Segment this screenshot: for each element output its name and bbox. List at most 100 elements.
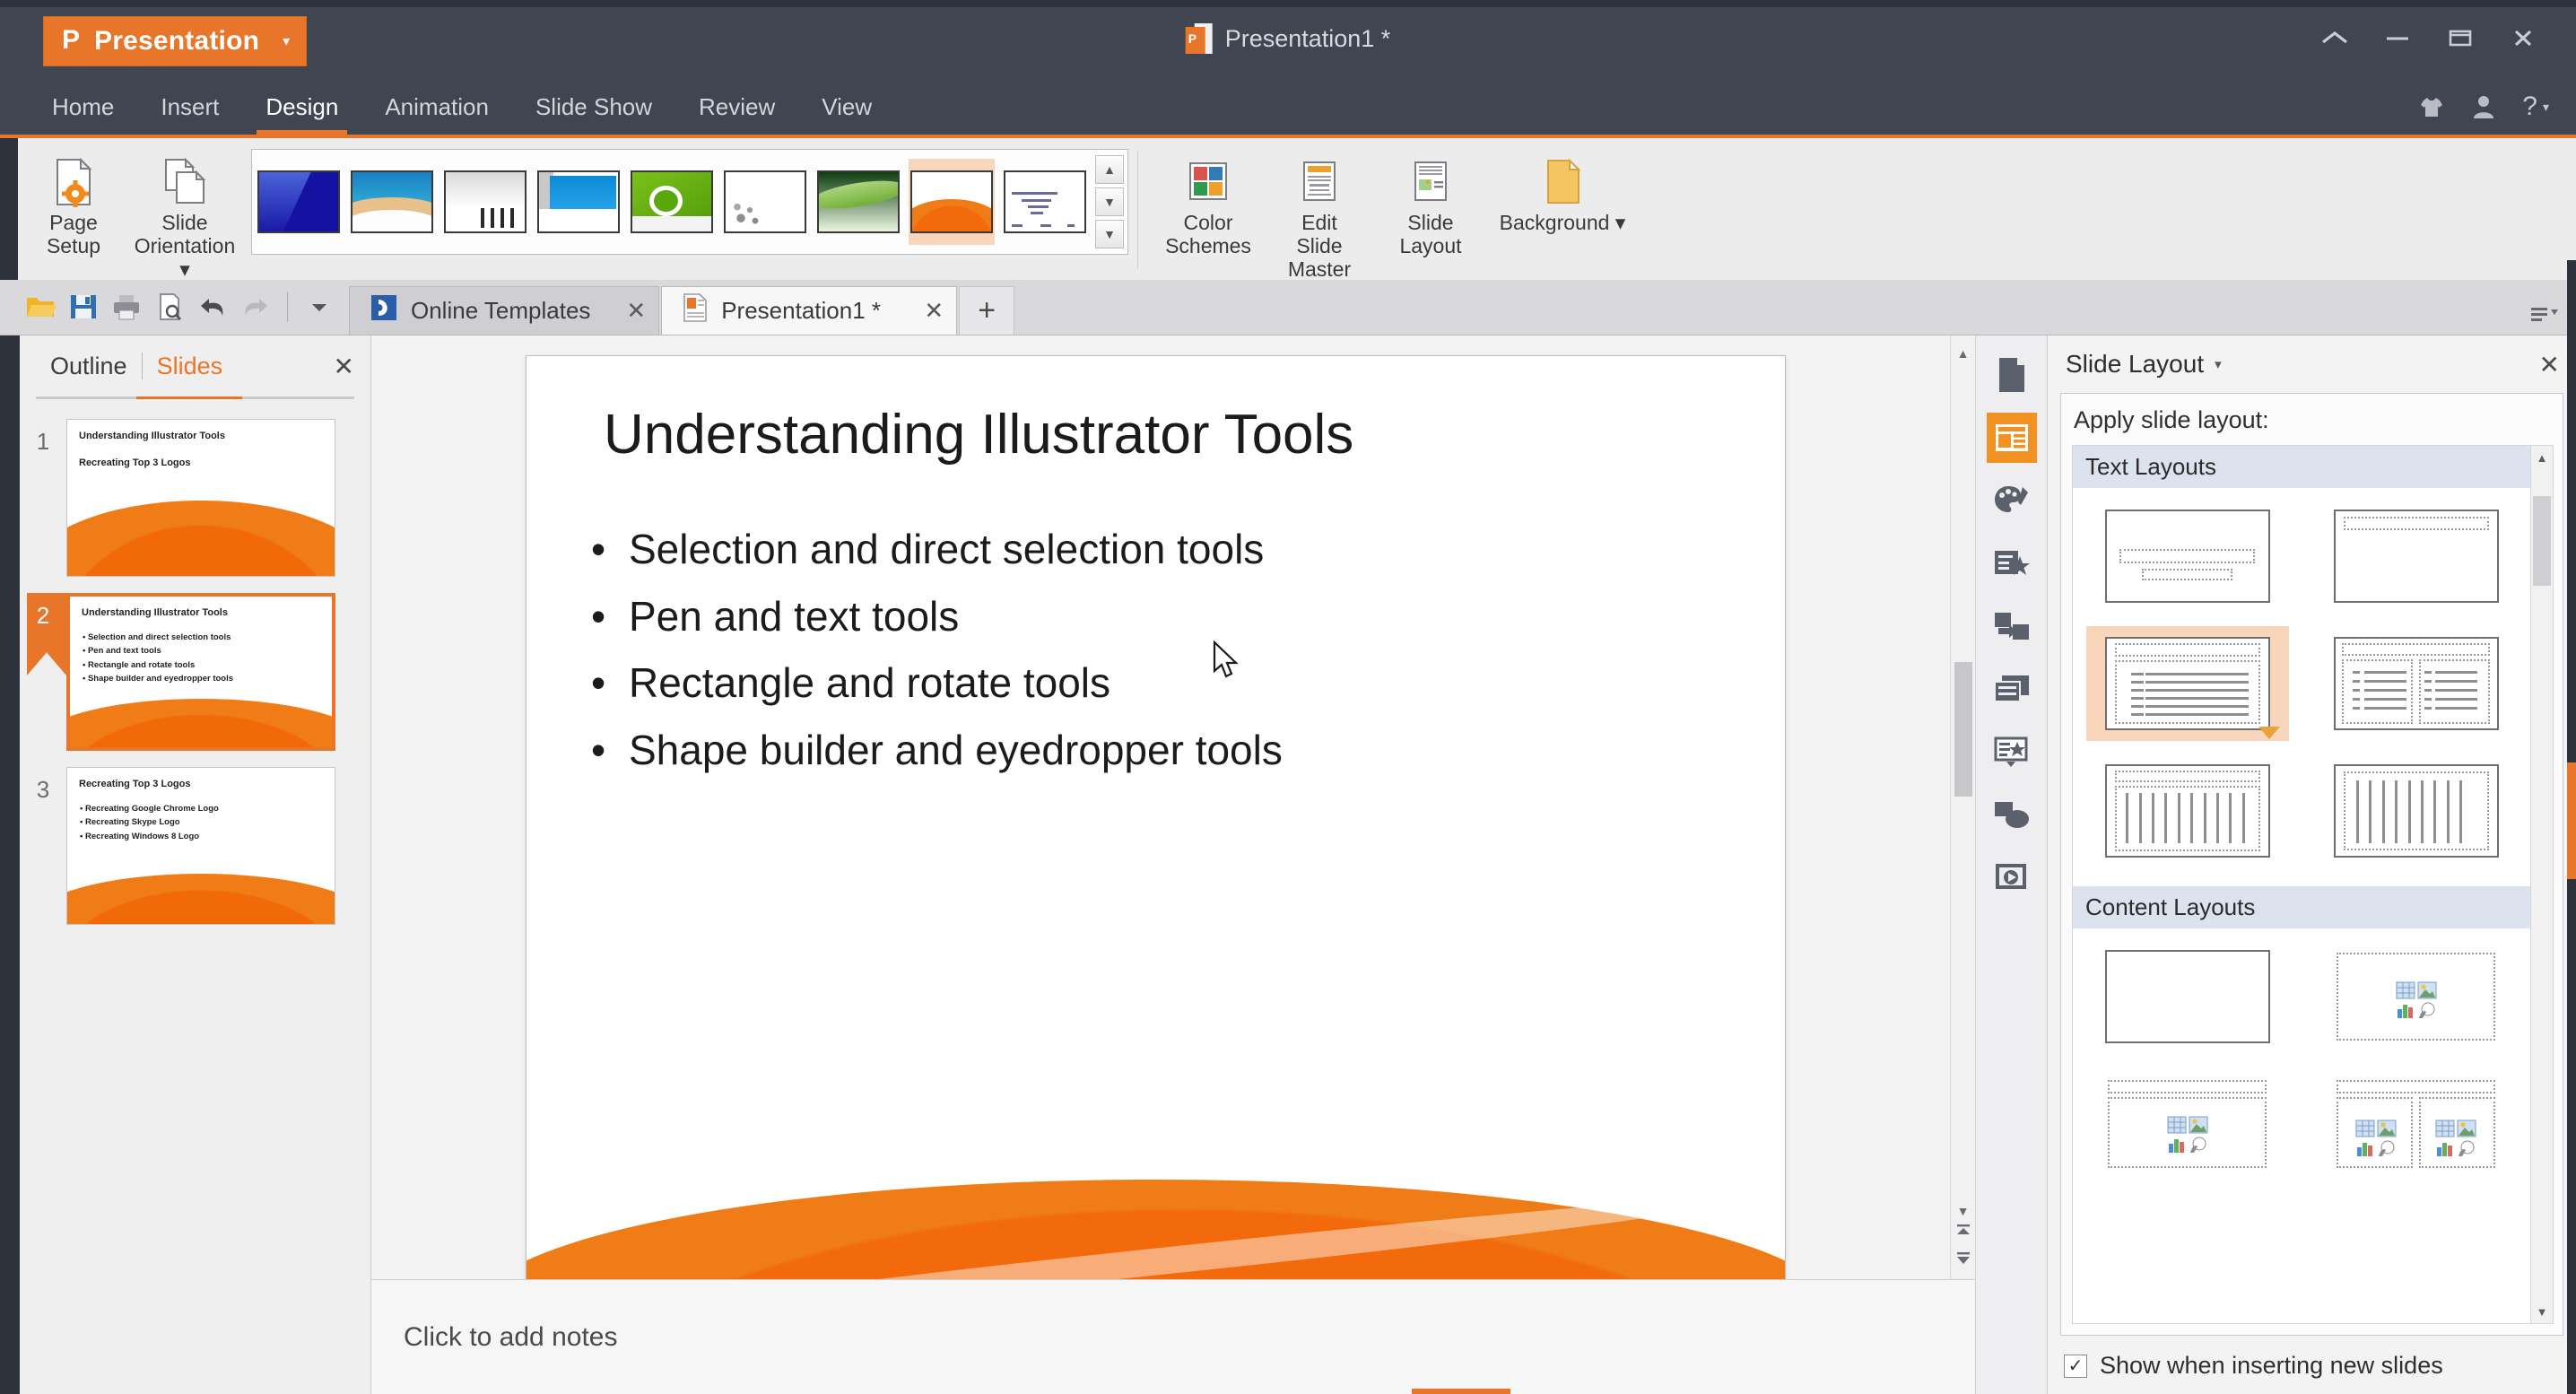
new-tab-button[interactable]: + bbox=[959, 286, 1014, 335]
restore-button[interactable] bbox=[2429, 13, 2492, 63]
color-scheme-icon[interactable] bbox=[1987, 475, 2037, 526]
layout-title-and-2-column-text[interactable] bbox=[2315, 626, 2518, 741]
slide-thumbnail-1[interactable]: 1 Understanding Illustrator Tools Recrea… bbox=[20, 419, 370, 593]
slide-thumbnail-list[interactable]: 1 Understanding Illustrator Tools Recrea… bbox=[20, 399, 370, 1394]
slide-layout-button[interactable]: Slide Layout bbox=[1375, 145, 1486, 258]
tab-presentation1[interactable]: Presentation1 * ✕ bbox=[661, 286, 957, 335]
animation-icon[interactable] bbox=[1987, 538, 2037, 588]
background-button[interactable]: Background ▾ bbox=[1486, 145, 1639, 235]
theme-grey-people[interactable] bbox=[442, 159, 528, 245]
print-icon[interactable] bbox=[106, 286, 147, 327]
tab-insert[interactable]: Insert bbox=[137, 79, 242, 135]
open-icon[interactable] bbox=[20, 286, 61, 327]
tab-review[interactable]: Review bbox=[675, 79, 798, 135]
theme-orange-wave[interactable] bbox=[909, 159, 995, 245]
tab-design[interactable]: Design bbox=[242, 79, 361, 135]
current-slide[interactable]: Understanding Illustrator Tools •Selecti… bbox=[526, 355, 1786, 1279]
chevron-down-icon[interactable] bbox=[299, 286, 340, 327]
custom-animation-icon[interactable] bbox=[1987, 727, 2037, 777]
user-icon[interactable] bbox=[2472, 93, 2495, 120]
next-slide-button[interactable] bbox=[1954, 1251, 1973, 1270]
media-icon[interactable] bbox=[1987, 852, 2037, 902]
layout-title-and-content[interactable] bbox=[2086, 1067, 2289, 1181]
slide-bullet-4[interactable]: •Shape builder and eyedropper tools bbox=[591, 717, 1740, 784]
shape-format-icon[interactable] bbox=[1987, 789, 2037, 840]
close-button[interactable] bbox=[2492, 13, 2554, 63]
layout-title-and-vertical-text[interactable] bbox=[2086, 754, 2289, 868]
scroll-up-button[interactable]: ▲ bbox=[2531, 446, 2553, 469]
scroll-down-button[interactable]: ▼ bbox=[1952, 1198, 1975, 1224]
slide-thumbnail-3[interactable]: 3 Recreating Top 3 Logos Recreating Goog… bbox=[20, 767, 370, 941]
layout-blank[interactable] bbox=[2086, 939, 2289, 1054]
app-menu-button[interactable]: P Presentation ▾ bbox=[43, 16, 307, 66]
layout-title-slide[interactable] bbox=[2086, 499, 2289, 614]
tab-home[interactable]: Home bbox=[29, 79, 137, 135]
layout-vertical-title-and-text[interactable] bbox=[2315, 754, 2518, 868]
chevron-down-icon[interactable]: ▾ bbox=[283, 32, 290, 50]
theme-white-gears[interactable] bbox=[722, 159, 808, 245]
tab-slide-show[interactable]: Slide Show bbox=[512, 79, 675, 135]
scroll-up-button[interactable]: ▲ bbox=[1952, 341, 1975, 366]
slide-thumbnail-2[interactable]: 2 Understanding Illustrator Tools Select… bbox=[20, 593, 370, 767]
page-setup-button[interactable]: Page Setup bbox=[18, 145, 129, 258]
layout-title-and-two-content[interactable] bbox=[2315, 1067, 2518, 1181]
previous-slide-button[interactable] bbox=[1954, 1224, 1973, 1242]
scrollbar-thumb[interactable] bbox=[1954, 662, 1972, 797]
tab-animation[interactable]: Animation bbox=[361, 79, 512, 135]
close-icon[interactable]: ✕ bbox=[603, 297, 646, 325]
slide-bullet-1[interactable]: •Selection and direct selection tools bbox=[591, 516, 1740, 583]
slide-master-icon[interactable] bbox=[1987, 664, 2037, 714]
print-preview-icon[interactable] bbox=[149, 286, 190, 327]
gallery-scroll-down-button[interactable]: ▼ bbox=[1095, 187, 1124, 216]
close-icon[interactable]: ✕ bbox=[334, 352, 354, 381]
layout-title-and-text[interactable] bbox=[2086, 626, 2289, 741]
slide-thumbnail-image[interactable]: Recreating Top 3 Logos Recreating Google… bbox=[66, 767, 335, 925]
slide-layout-icon[interactable] bbox=[1987, 413, 2037, 463]
canvas-vertical-scrollbar[interactable]: ▲ ▼ bbox=[1950, 335, 1975, 1279]
chevron-down-icon[interactable]: ▾ bbox=[2215, 356, 2222, 372]
scrollbar-track[interactable] bbox=[2531, 469, 2553, 1300]
redo-icon[interactable] bbox=[235, 286, 276, 327]
slide-orientation-button[interactable]: Slide Orientation ▾ bbox=[129, 145, 240, 281]
shirt-icon[interactable] bbox=[2418, 93, 2445, 120]
new-slide-icon[interactable] bbox=[1987, 350, 2037, 400]
edit-slide-master-button[interactable]: Edit Slide Master bbox=[1264, 145, 1375, 281]
theme-gallery[interactable]: ▲ ▼ ▼ bbox=[251, 149, 1128, 255]
gallery-scroll-up-button[interactable]: ▲ bbox=[1095, 155, 1124, 184]
theme-aqua-wave[interactable] bbox=[349, 159, 435, 245]
layout-list-scrollbar[interactable]: ▲ ▼ bbox=[2530, 446, 2553, 1323]
chevron-down-icon[interactable]: ▾ bbox=[2543, 100, 2549, 115]
slide-thumbnail-image[interactable]: Understanding Illustrator Tools Recreati… bbox=[66, 419, 335, 577]
scroll-down-button[interactable]: ▼ bbox=[2531, 1300, 2553, 1323]
theme-blue-mountain[interactable] bbox=[256, 159, 342, 245]
tab-online-templates[interactable]: Online Templates ✕ bbox=[349, 286, 659, 335]
show-when-inserting-checkbox[interactable]: ✓ bbox=[2064, 1355, 2087, 1378]
close-icon[interactable]: ✕ bbox=[901, 297, 944, 325]
slide-bullet-3[interactable]: •Rectangle and rotate tools bbox=[591, 649, 1740, 717]
theme-cyan-block[interactable] bbox=[535, 159, 622, 245]
theme-green-leaf[interactable] bbox=[815, 159, 901, 245]
slide-canvas[interactable]: Understanding Illustrator Tools •Selecti… bbox=[371, 335, 1950, 1279]
theme-gallery-scrollbar[interactable]: ▲ ▼ ▼ bbox=[1095, 155, 1124, 248]
scrollbar-thumb[interactable] bbox=[2533, 496, 2551, 586]
tab-slides[interactable]: Slides bbox=[143, 353, 238, 380]
theme-document[interactable] bbox=[1002, 159, 1088, 245]
slide-thumbnail-image[interactable]: Understanding Illustrator Tools Selectio… bbox=[66, 593, 335, 751]
theme-green-pie[interactable] bbox=[629, 159, 715, 245]
layout-list[interactable]: Text Layouts bbox=[2073, 446, 2530, 1323]
help-icon[interactable]: ? ▾ bbox=[2522, 91, 2549, 122]
layout-content[interactable] bbox=[2315, 939, 2518, 1054]
undo-icon[interactable] bbox=[192, 286, 233, 327]
notes-pane[interactable]: Click to add notes bbox=[371, 1279, 1975, 1394]
slide-transition-icon[interactable] bbox=[1987, 601, 2037, 651]
slide-body-placeholder[interactable]: •Selection and direct selection tools •P… bbox=[591, 516, 1740, 783]
tab-outline[interactable]: Outline bbox=[36, 353, 142, 380]
minimize-button[interactable] bbox=[2366, 13, 2429, 63]
slide-bullet-2[interactable]: •Pen and text tools bbox=[591, 583, 1740, 650]
color-schemes-button[interactable]: Color Schemes bbox=[1153, 145, 1264, 258]
gallery-more-button[interactable]: ▼ bbox=[1095, 220, 1124, 248]
scrollbar-track[interactable] bbox=[1952, 366, 1975, 1198]
layout-title-only[interactable] bbox=[2315, 499, 2518, 614]
close-icon[interactable]: ✕ bbox=[2539, 350, 2560, 379]
tab-view[interactable]: View bbox=[798, 79, 895, 135]
